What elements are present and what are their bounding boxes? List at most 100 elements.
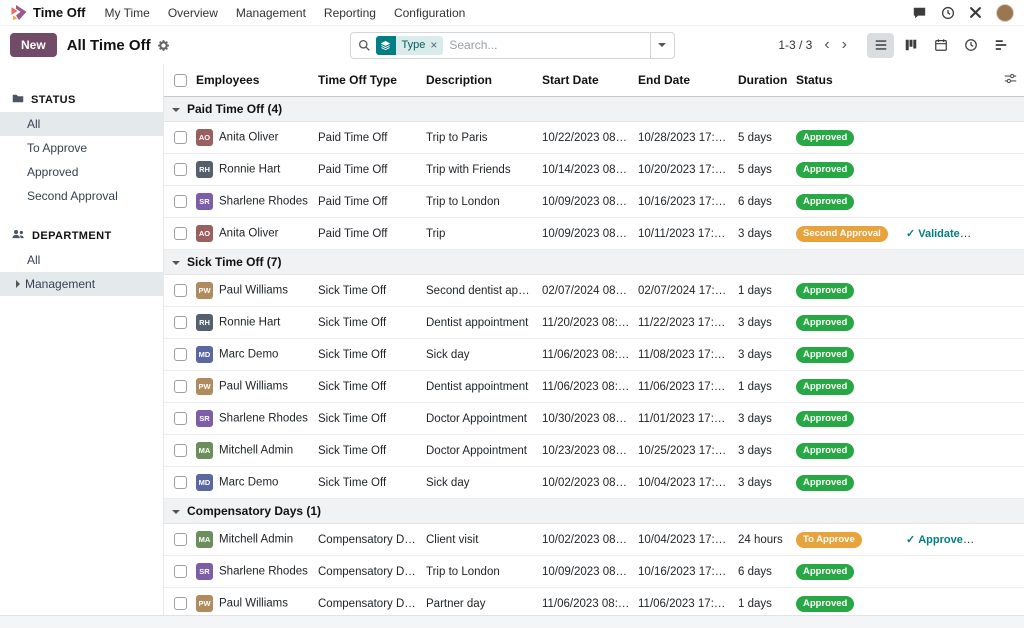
group-header-row[interactable]: Paid Time Off (4) — [164, 97, 1024, 122]
sidebar-item-status-all[interactable]: All — [0, 112, 163, 136]
kanban-view-button[interactable] — [897, 33, 924, 58]
sidebar-section-department: DEPARTMENT — [0, 224, 163, 248]
caret-down-icon — [658, 43, 666, 47]
group-label: Compensatory Days (1) — [187, 504, 321, 518]
description-cell: Trip to London — [422, 556, 538, 588]
toggle-columns-icon[interactable] — [1004, 74, 1017, 88]
gantt-view-button[interactable] — [987, 33, 1014, 58]
messages-icon[interactable] — [912, 6, 927, 20]
menu-reporting[interactable]: Reporting — [315, 2, 385, 24]
topbar-systray — [912, 4, 1014, 22]
description-cell: Sick day — [422, 467, 538, 499]
timeoff-row[interactable]: MDMarc DemoSick Time OffSick day11/06/20… — [164, 339, 1024, 371]
timeoff-row[interactable]: PWPaul WilliamsSick Time OffSecond denti… — [164, 275, 1024, 307]
row-checkbox[interactable] — [174, 533, 187, 546]
row-checkbox[interactable] — [174, 597, 187, 610]
column-header-end-date[interactable]: End Date — [634, 64, 734, 97]
employee-name: Mitchell Admin — [219, 445, 293, 457]
column-header-duration[interactable]: Duration — [734, 64, 792, 97]
activity-view-button[interactable] — [957, 33, 984, 58]
facet-remove-icon[interactable]: × — [430, 39, 437, 51]
caret-down-icon — [172, 261, 180, 265]
list-view-button[interactable] — [867, 33, 894, 58]
sidebar-item-department-all[interactable]: All — [0, 248, 163, 272]
pager-next-button[interactable]: › — [838, 37, 851, 53]
row-checkbox[interactable] — [174, 227, 187, 240]
new-button[interactable]: New — [10, 33, 57, 57]
description-cell: Sick day — [422, 339, 538, 371]
timeoff-row[interactable]: RHRonnie HartSick Time OffDentist appoin… — [164, 307, 1024, 339]
row-checkbox[interactable] — [174, 284, 187, 297]
timeoff-app: Time Off My Time Overview Management Rep… — [0, 0, 1024, 628]
timeoff-type-cell: Paid Time Off — [314, 154, 422, 186]
employee-name: Ronnie Hart — [219, 164, 280, 176]
sidebar-item-approved[interactable]: Approved — [0, 160, 163, 184]
menu-my-time[interactable]: My Time — [96, 2, 159, 24]
tools-icon[interactable] — [969, 6, 982, 19]
start-date-cell: 10/09/2023 08:00:00 — [538, 186, 634, 218]
timeoff-row[interactable]: AOAnita OliverPaid Time OffTrip to Paris… — [164, 122, 1024, 154]
column-header-employees[interactable]: Employees — [192, 64, 314, 97]
sidebar-item-second-approval[interactable]: Second Approval — [0, 184, 163, 208]
description-cell: Dentist appointment — [422, 307, 538, 339]
end-date-cell: 10/25/2023 17:00:00 — [634, 435, 734, 467]
timeoff-row[interactable]: PWPaul WilliamsCompensatory DaysPartner … — [164, 588, 1024, 616]
group-header-row[interactable]: Sick Time Off (7) — [164, 250, 1024, 275]
timeoff-row[interactable]: PWPaul WilliamsSick Time OffDentist appo… — [164, 371, 1024, 403]
sidebar-item-management[interactable]: Management — [0, 272, 163, 296]
refuse-button[interactable]: ✗Refuse — [977, 534, 1000, 546]
column-header-description[interactable]: Description — [422, 64, 538, 97]
employee-avatar: AO — [196, 129, 213, 146]
row-checkbox[interactable] — [174, 131, 187, 144]
row-checkbox[interactable] — [174, 565, 187, 578]
timeoff-row[interactable]: RHRonnie HartPaid Time OffTrip with Frie… — [164, 154, 1024, 186]
timeoff-row[interactable]: MDMarc DemoSick Time OffSick day10/02/20… — [164, 467, 1024, 499]
row-checkbox[interactable] — [174, 444, 187, 457]
search-input[interactable] — [443, 38, 649, 52]
row-checkbox[interactable] — [174, 412, 187, 425]
user-avatar[interactable] — [996, 4, 1014, 22]
row-checkbox[interactable] — [174, 348, 187, 361]
app-brand[interactable]: Time Off — [10, 5, 86, 20]
menu-overview[interactable]: Overview — [159, 2, 227, 24]
timeoff-row[interactable]: SRSharlene RhodesCompensatory DaysTrip t… — [164, 556, 1024, 588]
column-header-start-date[interactable]: Start Date — [538, 64, 634, 97]
menu-management[interactable]: Management — [227, 2, 315, 24]
check-icon: ✓ — [906, 228, 915, 240]
pager-previous-button[interactable]: ‹ — [820, 37, 833, 53]
employee-avatar: SR — [196, 193, 213, 210]
timeoff-row[interactable]: MAMitchell AdminCompensatory DaysClient … — [164, 524, 1024, 556]
row-checkbox[interactable] — [174, 380, 187, 393]
column-header-type[interactable]: Time Off Type — [314, 64, 422, 97]
timeoff-row[interactable]: AOAnita OliverPaid Time OffTrip10/09/202… — [164, 218, 1024, 250]
row-checkbox[interactable] — [174, 316, 187, 329]
approve-button[interactable]: ✓Approve — [906, 534, 963, 546]
start-date-cell: 10/02/2023 08:00:00 — [538, 467, 634, 499]
start-date-cell: 10/14/2023 08:00:00 — [538, 154, 634, 186]
caret-down-icon — [172, 108, 180, 112]
search-bar[interactable]: Type × — [350, 32, 675, 59]
status-badge: Approved — [796, 315, 854, 331]
timeoff-row[interactable]: SRSharlene RhodesPaid Time OffTrip to Lo… — [164, 186, 1024, 218]
description-cell: Doctor Appointment — [422, 435, 538, 467]
activities-clock-icon[interactable] — [941, 6, 955, 20]
group-header-row[interactable]: Compensatory Days (1) — [164, 499, 1024, 524]
search-facet-type[interactable]: Type × — [376, 36, 444, 55]
column-header-status[interactable]: Status — [792, 64, 888, 97]
status-badge: Approved — [796, 130, 854, 146]
select-all-checkbox[interactable] — [174, 74, 187, 87]
view-settings-gear-icon[interactable] — [157, 39, 170, 52]
refuse-button[interactable]: ✗Refuse — [974, 228, 1000, 240]
validate-button[interactable]: ✓Validate — [906, 228, 960, 240]
calendar-view-button[interactable] — [927, 33, 954, 58]
row-checkbox[interactable] — [174, 195, 187, 208]
page-title: All Time Off — [67, 37, 151, 54]
timeoff-row[interactable]: MAMitchell AdminSick Time OffDoctor Appo… — [164, 435, 1024, 467]
menu-configuration[interactable]: Configuration — [385, 2, 474, 24]
timeoff-row[interactable]: SRSharlene RhodesSick Time OffDoctor App… — [164, 403, 1024, 435]
sidebar-item-to-approve[interactable]: To Approve — [0, 136, 163, 160]
row-checkbox[interactable] — [174, 163, 187, 176]
row-checkbox[interactable] — [174, 476, 187, 489]
footer-strip — [0, 615, 1024, 628]
search-dropdown-toggle[interactable] — [650, 33, 674, 58]
